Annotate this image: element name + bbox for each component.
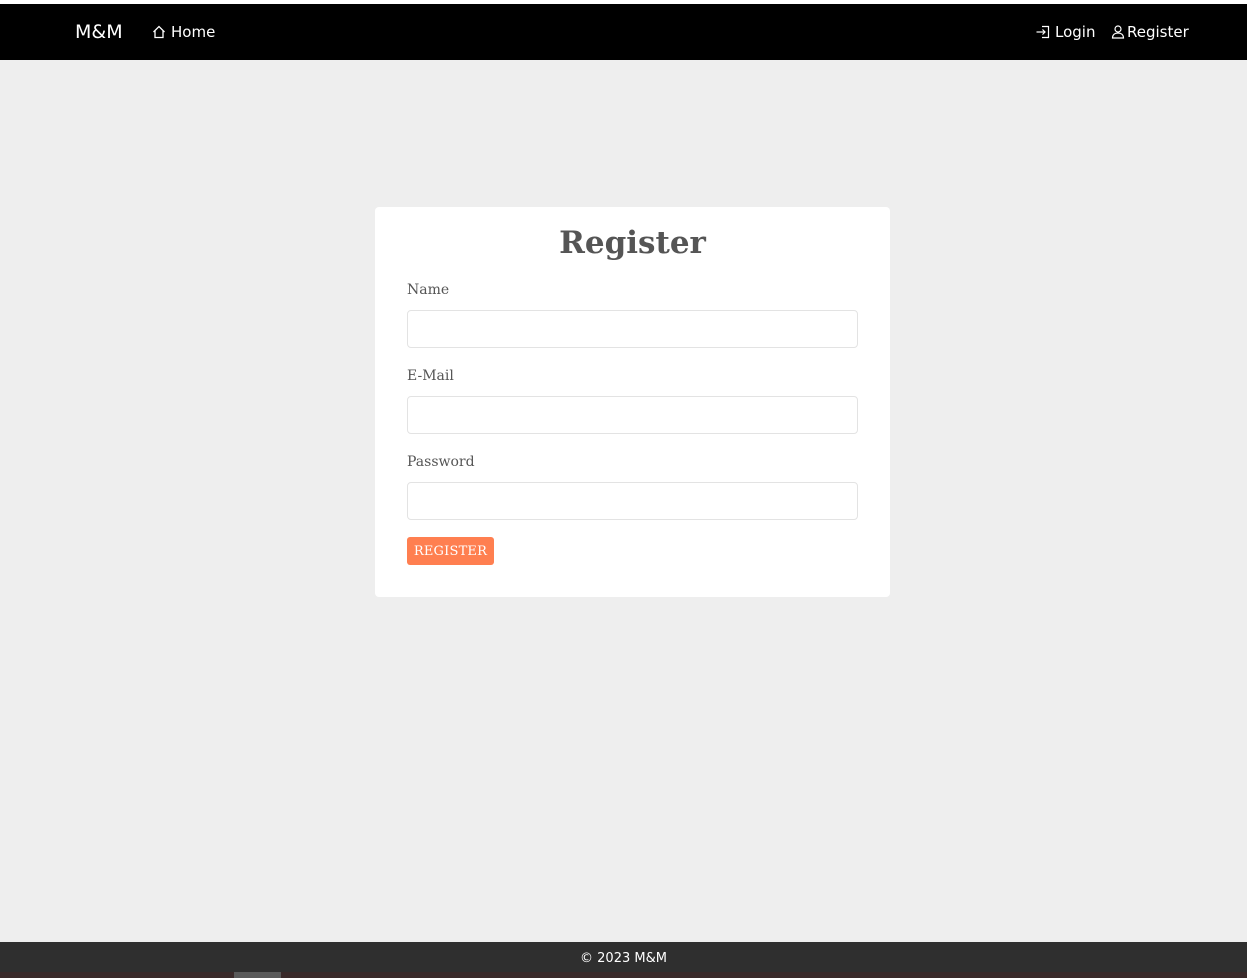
nav-login-label: Login [1055, 23, 1096, 41]
nav-home-label: Home [171, 23, 216, 41]
footer: © 2023 M&M [0, 942, 1247, 978]
page-title: Register [559, 225, 706, 261]
navbar: M&M Home Login Register [0, 4, 1247, 60]
user-icon [1111, 24, 1125, 40]
nav-home-link[interactable]: Home [151, 22, 215, 42]
register-button[interactable]: REGISTER [407, 537, 494, 565]
name-input[interactable] [407, 310, 858, 348]
login-icon [1035, 24, 1051, 40]
brand-logo[interactable]: M&M [75, 20, 123, 44]
name-label: Name [407, 282, 450, 298]
register-card: Register Name E-Mail Password REGISTER [375, 207, 890, 597]
email-label: E-Mail [407, 368, 454, 384]
footer-copyright: © 2023 M&M [580, 951, 667, 966]
main-content: Register Name E-Mail Password REGISTER [0, 60, 1247, 942]
nav-register-label: Register [1127, 23, 1189, 41]
home-icon [151, 24, 167, 40]
password-label: Password [407, 454, 475, 470]
nav-register-link[interactable]: Register [1111, 22, 1189, 42]
bottom-bar [0, 972, 1247, 978]
nav-login-link[interactable]: Login [1035, 22, 1095, 42]
password-input[interactable] [407, 482, 858, 520]
horizontal-scrollbar-thumb[interactable] [234, 972, 281, 978]
email-input[interactable] [407, 396, 858, 434]
